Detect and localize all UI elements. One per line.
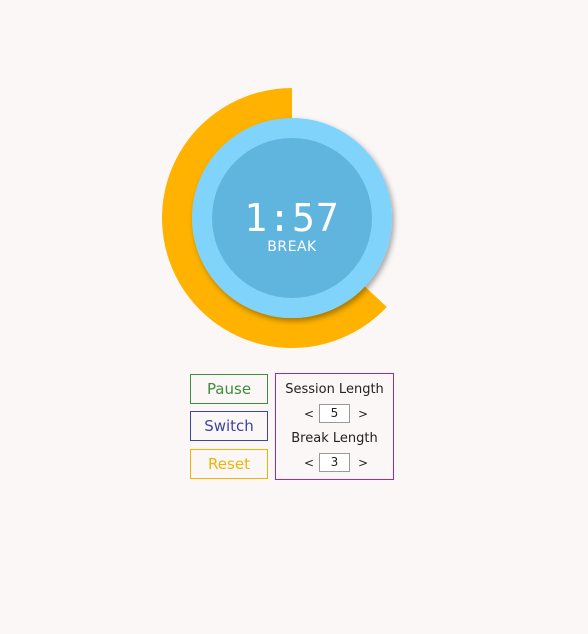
- timer-mode-label: BREAK: [267, 239, 317, 255]
- session-length-label: Session Length: [285, 382, 384, 397]
- reset-button[interactable]: Reset: [190, 449, 268, 479]
- session-increment-button[interactable]: >: [358, 406, 368, 422]
- break-increment-button[interactable]: >: [358, 455, 368, 471]
- timer-display: 1:57: [244, 196, 340, 240]
- session-length-value[interactable]: 5: [319, 404, 350, 423]
- settings-panel: Session Length < 5 > Break Length < 3 >: [275, 373, 394, 480]
- pause-button[interactable]: Pause: [190, 374, 268, 404]
- switch-button[interactable]: Switch: [190, 411, 268, 441]
- session-decrement-button[interactable]: <: [304, 406, 314, 422]
- break-decrement-button[interactable]: <: [304, 455, 314, 471]
- timer-graphic: [161, 88, 392, 348]
- pomodoro-page: 1:57 BREAK Pause Switch Reset Session Le…: [0, 0, 588, 634]
- break-length-label: Break Length: [291, 431, 378, 446]
- break-length-value[interactable]: 3: [319, 453, 350, 472]
